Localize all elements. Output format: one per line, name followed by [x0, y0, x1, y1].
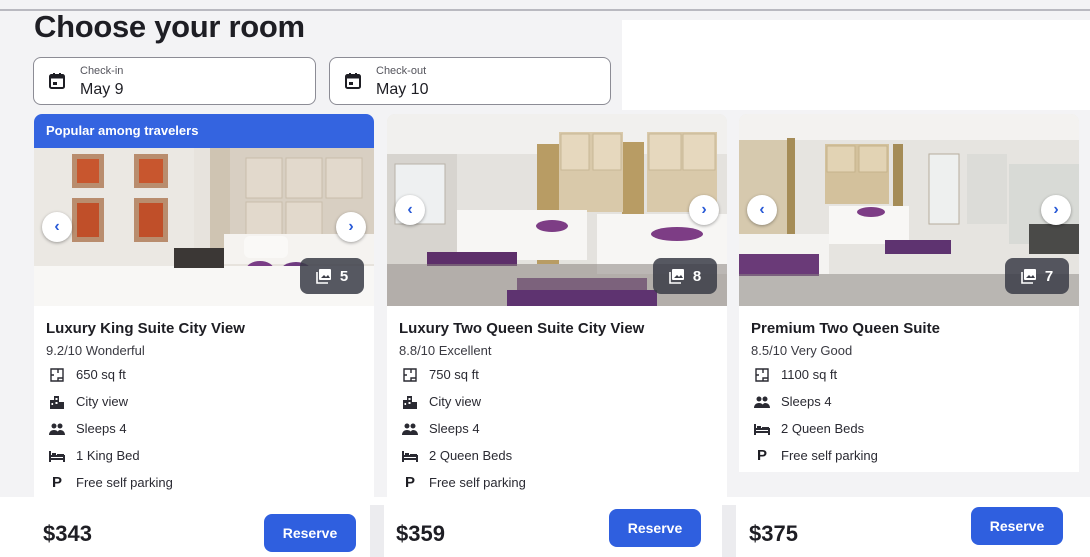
amenity-parking: P Free self parking [46, 469, 362, 496]
room-card-premium-two-queen[interactable]: ‹ › 7 Premium Two Queen Suite 8.5/10 Ver… [739, 114, 1079, 472]
reserve-button[interactable]: Reserve [264, 514, 356, 552]
amenity-parking: P Free self parking [751, 442, 1067, 469]
next-photo-button[interactable]: › [336, 212, 366, 242]
photo-count: 7 [1044, 267, 1054, 285]
room-card-luxury-two-queen[interactable]: ‹ › 8 Luxury Two Queen Suite City View 8… [387, 114, 727, 498]
parking-icon: P [404, 474, 415, 491]
room-photo[interactable]: ‹ › 8 [387, 114, 727, 306]
checkout-label: Check-out [376, 65, 427, 77]
room-price: $375 [749, 521, 798, 546]
gallery-icon [669, 269, 684, 284]
calendar-icon [345, 73, 361, 89]
people-icon [399, 421, 421, 437]
header-blank-area [622, 20, 1090, 110]
bed-icon [46, 448, 68, 464]
city-icon [46, 394, 68, 410]
people-icon [46, 421, 68, 437]
city-icon [399, 394, 421, 410]
room-rating: 8.5/10 Very Good [751, 343, 853, 358]
amenity-bed: 2 Queen Beds [399, 442, 715, 469]
calendar-icon [49, 73, 65, 89]
checkin-label: Check-in [80, 65, 124, 77]
gallery-icon [316, 269, 331, 284]
photo-count: 8 [692, 267, 702, 285]
amenity-sleeps: Sleeps 4 [46, 415, 362, 442]
next-photo-button[interactable]: › [1041, 195, 1071, 225]
amenity-view: City view [399, 388, 715, 415]
checkin-field[interactable]: Check-in May 9 [33, 57, 316, 105]
price-separator [370, 505, 384, 557]
amenity-bed: 2 Queen Beds [751, 415, 1067, 442]
floor-plan-icon [751, 367, 773, 383]
next-photo-button[interactable]: › [689, 195, 719, 225]
gallery-icon [1021, 269, 1036, 284]
reserve-button[interactable]: Reserve [609, 509, 701, 547]
checkout-field[interactable]: Check-out May 10 [329, 57, 611, 105]
room-name[interactable]: Premium Two Queen Suite [751, 320, 1067, 340]
photo-count: 5 [339, 267, 349, 285]
amenity-parking: P Free self parking [399, 469, 715, 496]
room-photo[interactable]: ‹ › 7 [739, 114, 1079, 306]
bed-icon [399, 448, 421, 464]
previous-photo-button[interactable]: ‹ [747, 195, 777, 225]
checkin-value: May 9 [80, 81, 124, 98]
room-price: $343 [43, 521, 92, 546]
amenity-view: City view [46, 388, 362, 415]
room-price: $359 [396, 521, 445, 546]
amenity-bed: 1 King Bed [46, 442, 362, 469]
room-rating: 8.8/10 Excellent [399, 343, 492, 358]
photo-count-button[interactable]: 5 [300, 258, 364, 294]
parking-icon: P [51, 474, 62, 491]
room-name[interactable]: Luxury King Suite City View [46, 320, 362, 340]
floor-plan-icon [46, 367, 68, 383]
price-separator [722, 505, 736, 557]
room-card-luxury-king[interactable]: Popular among travelers ‹ › 5 Luxury Kin… [34, 114, 374, 512]
room-rating: 9.2/10 Wonderful [46, 343, 145, 358]
bed-icon [751, 421, 773, 437]
room-name[interactable]: Luxury Two Queen Suite City View [399, 320, 715, 340]
floor-plan-icon [399, 367, 421, 383]
room-photo[interactable]: ‹ › 5 [34, 148, 374, 306]
amenity-size: 750 sq ft [399, 361, 715, 388]
amenity-size: 650 sq ft [46, 361, 362, 388]
parking-icon: P [756, 447, 767, 464]
checkout-value: May 10 [376, 81, 429, 98]
amenity-size: 1100 sq ft [751, 361, 1067, 388]
people-icon [751, 394, 773, 410]
previous-photo-button[interactable]: ‹ [42, 212, 72, 242]
amenity-sleeps: Sleeps 4 [399, 415, 715, 442]
amenity-sleeps: Sleeps 4 [751, 388, 1067, 415]
reserve-button[interactable]: Reserve [971, 507, 1063, 545]
price-bar [0, 497, 1090, 557]
page-title: Choose your room [34, 9, 305, 44]
popular-badge: Popular among travelers [34, 114, 374, 148]
photo-count-button[interactable]: 7 [1005, 258, 1069, 294]
previous-photo-button[interactable]: ‹ [395, 195, 425, 225]
photo-count-button[interactable]: 8 [653, 258, 717, 294]
